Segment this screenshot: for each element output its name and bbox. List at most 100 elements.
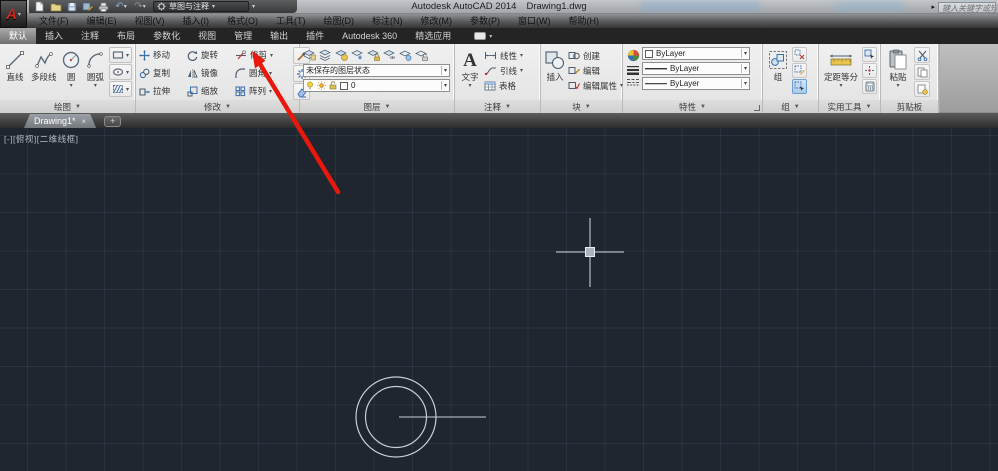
linetype-dropdown[interactable]: ByLayer ▾: [642, 77, 750, 90]
circle-button[interactable]: 圆 ▾: [60, 46, 81, 100]
new-drawing-tab-button[interactable]: +: [104, 116, 122, 127]
copy-clip-button[interactable]: [914, 64, 930, 80]
menu-tools[interactable]: 工具(T): [267, 14, 315, 28]
layer-off-icon[interactable]: [335, 49, 348, 61]
search-arrow-icon[interactable]: ▸: [931, 3, 935, 11]
drawing-canvas[interactable]: [-][俯视][二维线框]: [0, 128, 998, 471]
hatch-button[interactable]: ▾: [108, 81, 132, 97]
linear-dimension-button[interactable]: 线性 ▾: [484, 48, 523, 63]
panel-annotation-footer[interactable]: 注释 ▼: [455, 100, 540, 113]
leader-button[interactable]: 引线 ▾: [484, 63, 523, 78]
arc-button[interactable]: 圆弧 ▾: [84, 46, 107, 100]
ribbon-tab-view[interactable]: 视图: [189, 28, 225, 44]
paste-button[interactable]: 粘贴 ▾: [884, 46, 912, 100]
file-tab-drawing1[interactable]: Drawing1* ×: [24, 114, 96, 128]
lineweight-icon[interactable]: [626, 65, 640, 75]
workspace-switcher[interactable]: 草图与注释 ▾: [153, 1, 249, 12]
save-as-button[interactable]: [81, 1, 94, 12]
layer-freeze-icon[interactable]: [351, 49, 364, 61]
new-file-button[interactable]: [33, 1, 46, 12]
dialog-launcher-icon[interactable]: [754, 105, 760, 111]
ribbon-tab-insert[interactable]: 插入: [36, 28, 72, 44]
redo-button[interactable]: ↷ ▾: [132, 1, 148, 12]
ribbon-tab-parametric[interactable]: 参数化: [144, 28, 189, 44]
table-button[interactable]: 表格: [484, 78, 523, 93]
panel-draw-footer[interactable]: 绘图 ▼: [0, 100, 135, 113]
mirror-button[interactable]: 镜像: [187, 64, 233, 82]
stretch-button[interactable]: 拉伸: [139, 82, 185, 100]
panel-block-footer[interactable]: 块 ▼: [541, 100, 622, 113]
rotate-button[interactable]: 旋转: [187, 46, 233, 64]
app-menu-button[interactable]: A ▾: [0, 0, 27, 28]
text-button[interactable]: A 文字 ▾: [458, 46, 482, 100]
ribbon-tab-output[interactable]: 输出: [261, 28, 297, 44]
plot-button[interactable]: [97, 1, 110, 12]
linetype-icon[interactable]: [626, 78, 640, 86]
menu-modify[interactable]: 修改(M): [412, 14, 462, 28]
save-button[interactable]: [65, 1, 78, 12]
layer-freeze-all-icon[interactable]: [399, 49, 412, 61]
move-button[interactable]: 移动: [139, 46, 185, 64]
layer-unlock-icon[interactable]: [415, 49, 428, 61]
layer-dropdown[interactable]: 0 ▾: [303, 79, 450, 92]
ellipse-button[interactable]: ▾: [108, 64, 132, 80]
ribbon-tab-layout[interactable]: 布局: [108, 28, 144, 44]
help-search[interactable]: ▸ 键入关键字或短语: [931, 1, 996, 13]
line-button[interactable]: 直线: [3, 46, 27, 100]
trim-button[interactable]: 修剪 ▾: [235, 46, 291, 64]
panel-modify-footer[interactable]: 修改 ▼: [136, 100, 299, 113]
ribbon-tab-autodesk360[interactable]: Autodesk 360: [333, 28, 406, 44]
undo-button[interactable]: ↶ ▾: [113, 1, 129, 12]
quick-calculator-button[interactable]: [862, 79, 877, 94]
cut-button[interactable]: [914, 47, 930, 63]
ribbon-tab-annotate[interactable]: 注释: [72, 28, 108, 44]
close-icon[interactable]: ×: [82, 117, 87, 126]
id-point-button[interactable]: [862, 63, 877, 78]
menu-view[interactable]: 视图(V): [126, 14, 174, 28]
group-edit-button[interactable]: [792, 63, 807, 78]
menu-edit[interactable]: 编辑(E): [78, 14, 126, 28]
polyline-button[interactable]: 多段线: [29, 46, 58, 100]
copy-button[interactable]: 复制: [139, 64, 185, 82]
object-color-dropdown[interactable]: ByLayer ▾: [642, 47, 750, 60]
menu-format[interactable]: 格式(O): [218, 14, 267, 28]
panel-layers-footer[interactable]: 图层 ▼: [300, 100, 454, 113]
fillet-button[interactable]: 圆角 ▾: [235, 64, 291, 82]
edit-attributes-button[interactable]: 编辑属性 ▾: [568, 78, 623, 93]
layer-state-icon[interactable]: [319, 49, 332, 61]
ribbon-minimize-button[interactable]: ▾: [474, 28, 492, 44]
group-button[interactable]: 组: [766, 46, 790, 100]
menu-file[interactable]: 文件(F): [30, 14, 78, 28]
layer-isolate-icon[interactable]: [383, 49, 396, 61]
menu-parametric[interactable]: 参数(P): [461, 14, 509, 28]
group-selection-toggle[interactable]: [792, 79, 807, 94]
create-block-button[interactable]: 创建: [568, 48, 623, 63]
ungroup-button[interactable]: [792, 47, 807, 62]
open-file-button[interactable]: [49, 1, 62, 12]
edit-block-button[interactable]: 编辑: [568, 63, 623, 78]
rectangle-button[interactable]: ▾: [108, 47, 132, 63]
quick-select-button[interactable]: [862, 47, 877, 62]
layer-properties-icon[interactable]: [303, 49, 316, 61]
ribbon-tab-plugins[interactable]: 插件: [297, 28, 333, 44]
insert-block-button[interactable]: 插入: [544, 46, 566, 100]
color-wheel-icon[interactable]: [627, 49, 640, 62]
measure-button[interactable]: 定距等分 ▾: [822, 46, 860, 100]
menu-insert[interactable]: 插入(I): [174, 14, 219, 28]
scale-button[interactable]: 缩放: [187, 82, 233, 100]
menu-draw[interactable]: 绘图(D): [315, 14, 364, 28]
layer-lock-icon[interactable]: [367, 49, 380, 61]
search-input[interactable]: 键入关键字或短语: [938, 1, 996, 13]
menu-help[interactable]: 帮助(H): [560, 14, 609, 28]
ribbon-tab-featured[interactable]: 精选应用: [406, 28, 460, 44]
menu-dimension[interactable]: 标注(N): [363, 14, 412, 28]
panel-utilities-footer[interactable]: 实用工具 ▼: [819, 100, 880, 113]
lineweight-dropdown[interactable]: ByLayer ▾: [642, 62, 750, 75]
menu-window[interactable]: 窗口(W): [509, 14, 560, 28]
array-button[interactable]: 阵列 ▾: [235, 82, 291, 100]
ribbon-tab-home[interactable]: 默认: [0, 28, 37, 44]
panel-properties-footer[interactable]: 特性 ▼: [623, 100, 762, 113]
qat-customize-button[interactable]: ▾: [252, 3, 255, 10]
paste-special-button[interactable]: [914, 81, 930, 97]
panel-clipboard-footer[interactable]: 剪贴板: [881, 100, 938, 113]
